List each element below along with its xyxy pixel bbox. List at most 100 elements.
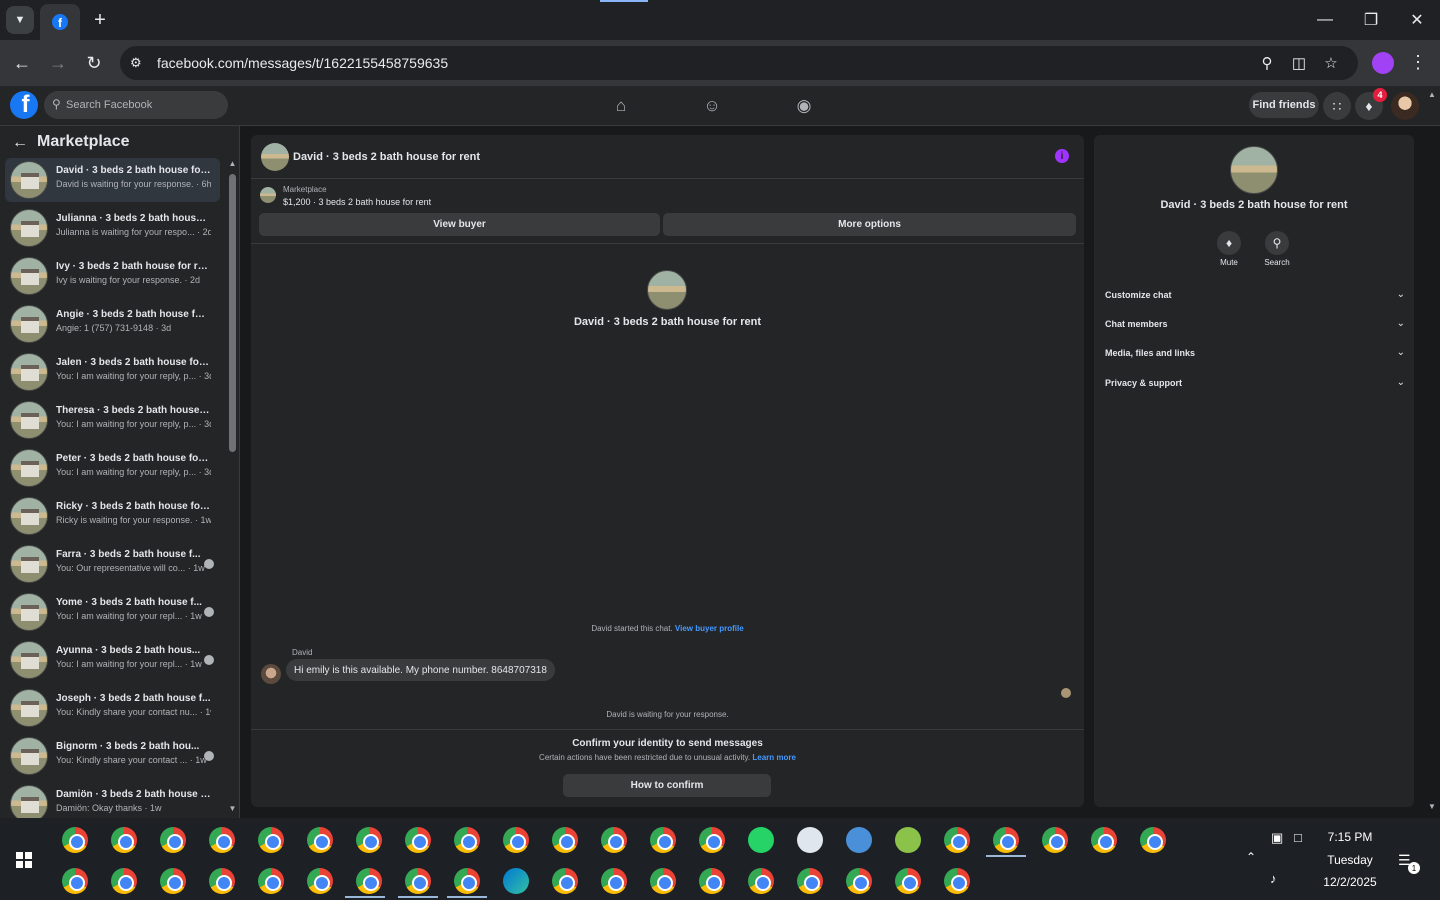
chrome-taskbar-icon[interactable] [160, 827, 186, 853]
chrome-taskbar-icon[interactable] [503, 827, 529, 853]
more-options-button[interactable]: More options [663, 213, 1076, 236]
chrome-taskbar-icon[interactable] [650, 827, 676, 853]
conversation-item[interactable]: Ricky · 3 beds 2 bath house for ... Ricky… [5, 494, 220, 538]
conversation-item[interactable]: Damiön · 3 beds 2 bath house f... Damiön:… [5, 782, 220, 818]
chrome-taskbar-icon[interactable] [552, 868, 578, 894]
how-to-confirm-button[interactable]: How to confirm [563, 774, 771, 797]
reload-icon[interactable]: ↻ [82, 51, 106, 75]
close-icon[interactable]: ✕ [1405, 8, 1429, 32]
sender-avatar[interactable] [261, 664, 281, 684]
whatsapp-icon[interactable] [748, 827, 774, 853]
chrome-taskbar-icon[interactable] [111, 868, 137, 894]
chrome-taskbar-icon[interactable] [944, 868, 970, 894]
restore-icon[interactable]: ❐ [1359, 8, 1383, 32]
account-avatar[interactable] [1391, 92, 1419, 120]
conversation-item[interactable]: Bignorm · 3 beds 2 bath hou... You: Kindl… [5, 734, 220, 778]
chrome-taskbar-icon[interactable] [895, 868, 921, 894]
conversation-item[interactable]: Julianna · 3 beds 2 bath house ... Julian… [5, 206, 220, 250]
home-icon[interactable]: ⌂ [609, 94, 633, 118]
chrome-taskbar-icon[interactable] [699, 868, 725, 894]
chrome-taskbar-icon[interactable] [650, 868, 676, 894]
scroll-down-icon[interactable]: ▼ [1428, 802, 1436, 811]
message-bubble[interactable]: Hi emily is this available. My phone num… [286, 659, 555, 681]
page-scrollbar[interactable]: ▲ ▼ [1427, 90, 1437, 818]
chrome-taskbar-icon[interactable] [62, 868, 88, 894]
clock-date[interactable]: 12/2/2025 [1320, 875, 1380, 889]
chrome-taskbar-icon[interactable] [797, 868, 823, 894]
chrome-taskbar-icon[interactable] [993, 827, 1019, 853]
zoom-icon[interactable]: ⚲ [1258, 54, 1276, 72]
chrome-taskbar-icon[interactable] [307, 827, 333, 853]
conversation-item[interactable]: Theresa · 3 beds 2 bath house f... You: I… [5, 398, 220, 442]
notepad-icon[interactable] [895, 827, 921, 853]
conversation-item[interactable]: Ayunna · 3 beds 2 bath hous... You: I am … [5, 638, 220, 682]
view-buyer-button[interactable]: View buyer [259, 213, 660, 236]
mute-label[interactable]: Mute [1204, 258, 1254, 267]
new-tab-button[interactable]: + [88, 8, 112, 32]
conversation-item[interactable]: Yome · 3 beds 2 bath house f... You: I am… [5, 590, 220, 634]
chrome-taskbar-icon[interactable] [454, 868, 480, 894]
url-text[interactable]: facebook.com/messages/t/1622155458759635 [157, 55, 448, 71]
chrome-taskbar-icon[interactable] [699, 827, 725, 853]
forward-icon[interactable]: → [46, 51, 70, 75]
chrome-taskbar-icon[interactable] [405, 868, 431, 894]
scroll-down-icon[interactable]: ▼ [228, 804, 237, 813]
friends-icon[interactable]: ☺ [700, 94, 724, 118]
section-customize-chat[interactable]: Customize chat ⌄ [1105, 286, 1405, 306]
volume-icon[interactable]: ♪ [1270, 871, 1277, 886]
section-media-files-links[interactable]: Media, files and links ⌄ [1105, 344, 1405, 364]
chat-avatar[interactable] [261, 143, 289, 171]
view-buyer-profile-link[interactable]: View buyer profile [675, 624, 744, 633]
conversation-item[interactable]: Ivy · 3 beds 2 bath house for rent Ivy is… [5, 254, 220, 298]
contacts-icon[interactable] [797, 827, 823, 853]
search-icon[interactable]: ⚲ [1265, 231, 1289, 255]
chrome-taskbar-icon[interactable] [846, 868, 872, 894]
clock-time[interactable]: 7:15 PM [1320, 830, 1380, 844]
sidebar-scrollbar[interactable] [229, 174, 236, 452]
more-vert-icon[interactable]: ⋮ [1408, 52, 1428, 74]
profile-icon[interactable] [1372, 52, 1394, 74]
menu-grid-icon[interactable]: ∷ [1323, 92, 1351, 120]
chrome-taskbar-icon[interactable] [111, 827, 137, 853]
chrome-taskbar-icon[interactable] [552, 827, 578, 853]
conversation-item[interactable]: Jalen · 3 beds 2 bath house for ... You: … [5, 350, 220, 394]
chrome-taskbar-icon[interactable] [1042, 827, 1068, 853]
search-facebook-input[interactable]: ⚲ Search Facebook [44, 91, 228, 119]
network-icon[interactable]: □ [1294, 830, 1302, 845]
address-bar[interactable]: ⚙ facebook.com/messages/t/16221554587596… [120, 46, 1358, 80]
section-chat-members[interactable]: Chat members ⌄ [1105, 315, 1405, 335]
facebook-logo[interactable]: f [10, 91, 38, 119]
groups-icon[interactable]: ◉ [792, 94, 816, 118]
conversation-item[interactable]: Angie · 3 beds 2 bath house for... Angie:… [5, 302, 220, 346]
search-label[interactable]: Search [1252, 258, 1302, 267]
section-privacy-support[interactable]: Privacy & support ⌄ [1105, 374, 1405, 394]
keyboard-icon[interactable] [846, 827, 872, 853]
chrome-taskbar-icon[interactable] [454, 827, 480, 853]
tab-list-button[interactable]: ▼ [6, 6, 34, 34]
learn-more-link[interactable]: Learn more [752, 753, 796, 762]
meet-now-icon[interactable]: ▣ [1271, 830, 1283, 846]
star-icon[interactable]: ☆ [1322, 54, 1340, 72]
scroll-up-icon[interactable]: ▲ [228, 159, 237, 168]
mute-icon[interactable]: ♦ [1217, 231, 1241, 255]
clock-day[interactable]: Tuesday [1320, 853, 1380, 867]
chrome-taskbar-icon[interactable] [1091, 827, 1117, 853]
back-icon[interactable]: ← [10, 51, 34, 75]
chevron-up-icon[interactable]: ⌃ [1246, 850, 1256, 864]
conversation-item[interactable]: David · 3 beds 2 bath house for... David … [5, 158, 220, 202]
chrome-taskbar-icon[interactable] [356, 827, 382, 853]
find-friends-button[interactable]: Find friends [1249, 92, 1319, 118]
conversation-item[interactable]: Joseph · 3 beds 2 bath house f... You: Ki… [5, 686, 220, 730]
conversation-item[interactable]: Farra · 3 beds 2 bath house f... You: Our… [5, 542, 220, 586]
minimize-icon[interactable]: — [1313, 8, 1337, 32]
chrome-taskbar-icon[interactable] [258, 827, 284, 853]
chrome-taskbar-icon[interactable] [258, 868, 284, 894]
chrome-taskbar-icon[interactable] [307, 868, 333, 894]
chat-title[interactable]: David · 3 beds 2 bath house for rent [293, 151, 480, 163]
edge-taskbar-icon[interactable] [503, 868, 529, 894]
conversation-item[interactable]: Peter · 3 beds 2 bath house for ... You: … [5, 446, 220, 490]
chrome-taskbar-icon[interactable] [944, 827, 970, 853]
browser-tab-facebook[interactable]: f [40, 4, 80, 40]
windows-start-icon[interactable] [16, 852, 32, 868]
chrome-taskbar-icon[interactable] [601, 827, 627, 853]
